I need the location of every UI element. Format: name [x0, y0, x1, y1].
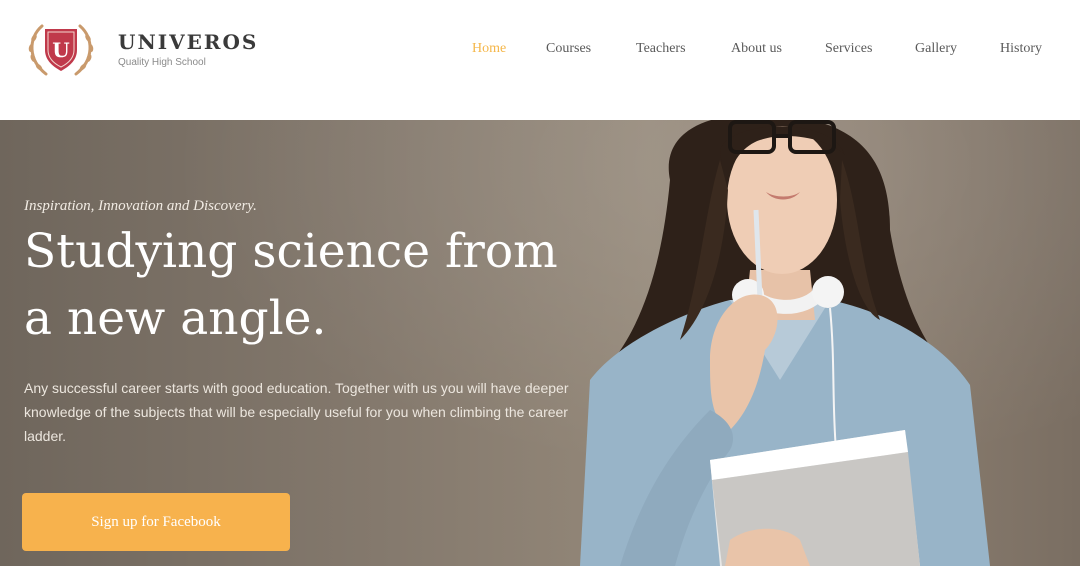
hero-headline: Studying science from a new angle. [24, 218, 624, 352]
nav-item-about-us[interactable]: About us [731, 41, 782, 57]
facebook-signup-button[interactable]: Sign up for Facebook [22, 493, 290, 551]
hero-headline-line1: Studying science from [24, 224, 558, 279]
nav-item-services[interactable]: Services [825, 41, 872, 57]
student-photo [580, 120, 990, 566]
nav-item-home[interactable]: Home [472, 41, 506, 57]
hero-banner: Inspiration, Innovation and Discovery. S… [0, 120, 1080, 566]
nav-item-teachers[interactable]: Teachers [636, 41, 686, 57]
nav-item-gallery[interactable]: Gallery [915, 41, 957, 57]
hero-headline-line2: a new angle. [24, 291, 327, 346]
hero-description: Any successful career starts with good e… [24, 380, 569, 444]
nav-item-history[interactable]: History [1000, 41, 1042, 57]
site-header: U UNIVEROS Quality High School Home Cour… [0, 0, 1080, 120]
main-nav: Home Courses Teachers About us Services … [0, 41, 1080, 61]
nav-item-courses[interactable]: Courses [546, 41, 591, 57]
hero-kicker: Inspiration, Innovation and Discovery. [24, 198, 257, 214]
